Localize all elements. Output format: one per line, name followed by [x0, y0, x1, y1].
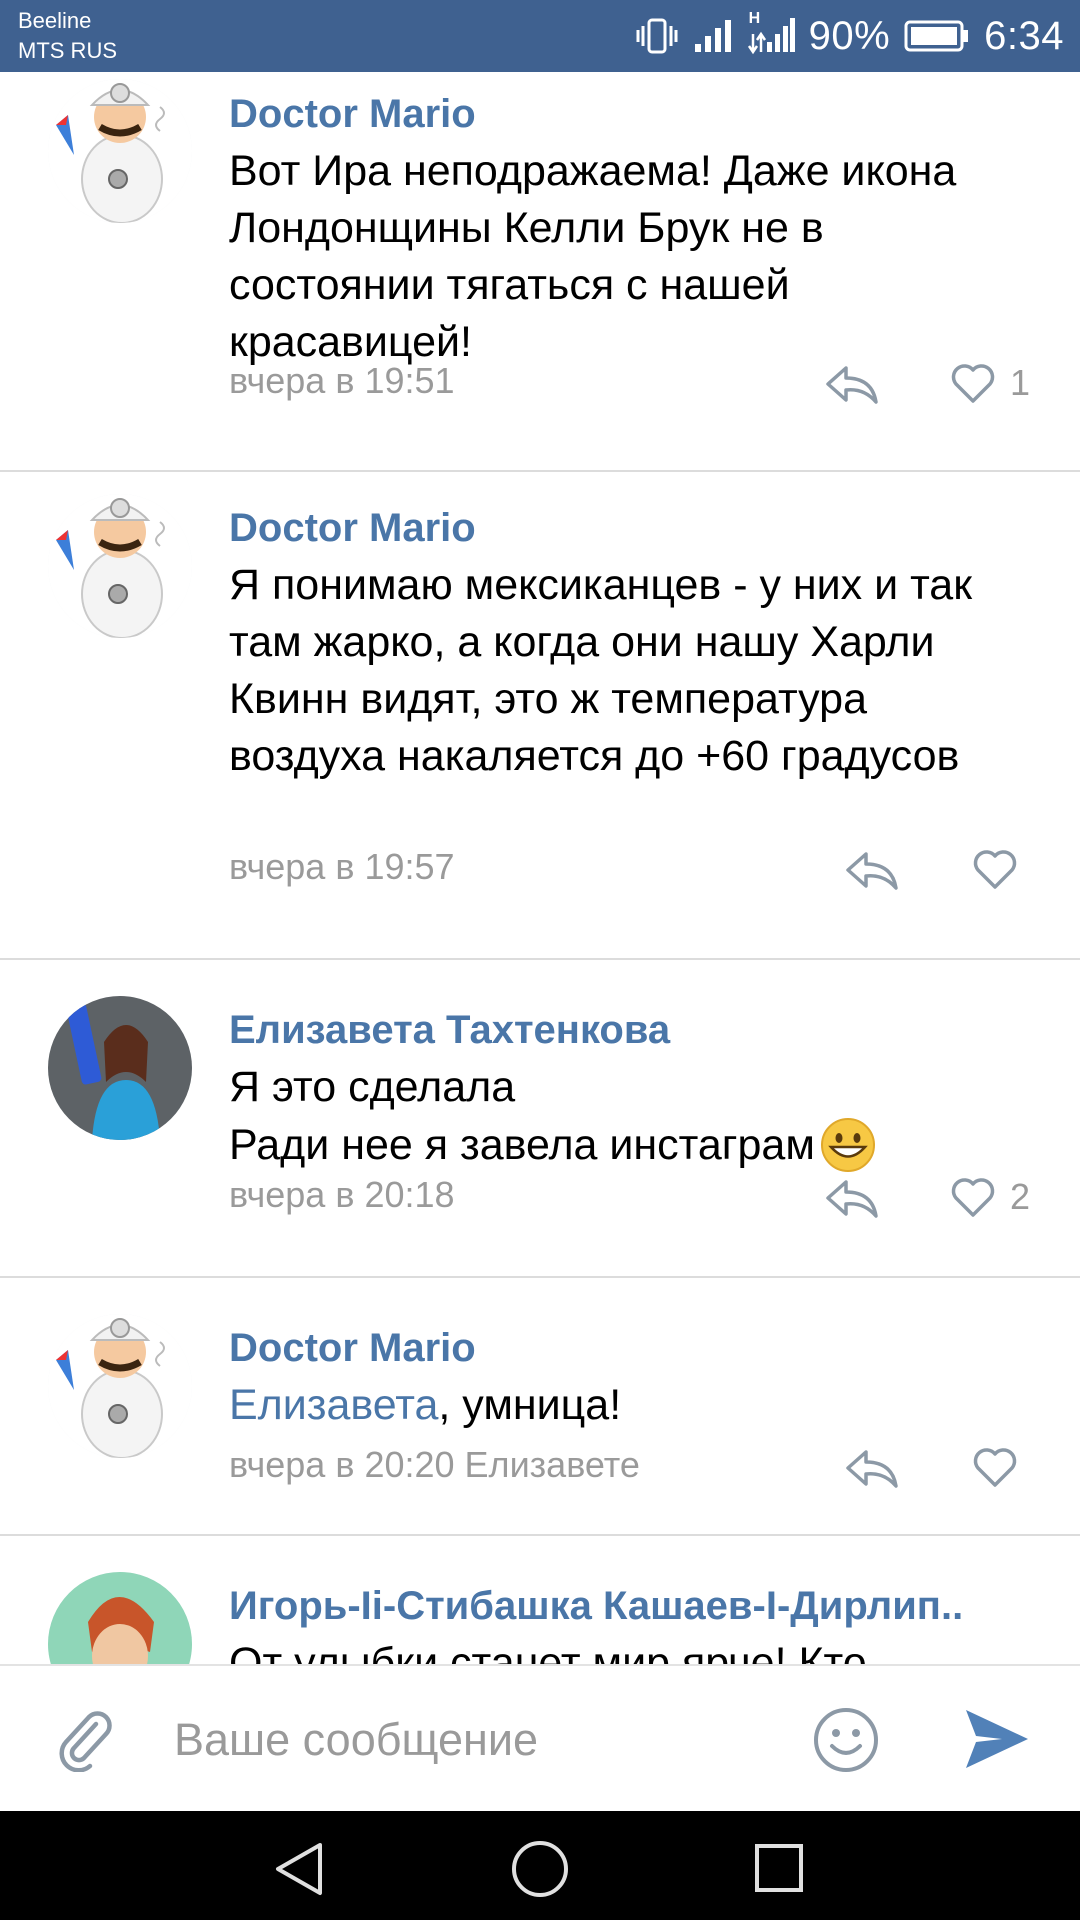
comment-author[interactable]: Игорь-Ii-Стибашка Кашаев-I-Дирлип..	[229, 1584, 963, 1629]
comment-item: Doctor Mario Елизавета, умница! вчера в …	[0, 1278, 1080, 1536]
comment-text: Я это сделала Ради нее я завела инстагра…	[229, 1059, 1029, 1174]
comment-text: От улыбки станет мир ярче! Кто	[229, 1639, 867, 1664]
like-button[interactable]	[972, 1444, 1032, 1490]
heart-icon	[973, 1448, 1017, 1487]
reply-icon[interactable]	[824, 362, 880, 406]
paperclip-icon[interactable]	[52, 1706, 118, 1773]
heart-icon	[951, 1178, 995, 1217]
vibrate-icon	[635, 16, 679, 56]
message-composer	[0, 1664, 1080, 1811]
cartoon-avatar[interactable]	[48, 1572, 192, 1664]
clock: 6:34	[984, 13, 1064, 58]
reply-icon[interactable]	[824, 1176, 880, 1220]
user-photo-avatar[interactable]	[48, 996, 192, 1140]
status-icons: H 90% 6:34	[635, 0, 1064, 72]
comment-author[interactable]: Doctor Mario	[229, 506, 476, 551]
comment-text: Вот Ира неподражаема! Даже икона Лондонщ…	[229, 147, 957, 366]
system-nav-bar	[0, 1811, 1080, 1920]
doctor-mario-avatar[interactable]	[48, 1314, 192, 1458]
like-count: 2	[1010, 1176, 1031, 1217]
signal-h-icon: H	[747, 10, 795, 56]
comment-time: вчера в 19:51	[229, 360, 455, 401]
network-type: H	[748, 10, 761, 27]
home-icon[interactable]	[510, 1839, 570, 1904]
back-icon[interactable]	[272, 1841, 326, 1902]
mention-link[interactable]: Елизавета	[229, 1381, 438, 1429]
comment-time: вчера в 19:57	[229, 846, 455, 887]
signal-icon	[693, 18, 733, 54]
doctor-mario-avatar[interactable]	[48, 494, 192, 638]
comment-text-line: Ради нее я завела инстаграм	[229, 1116, 1029, 1174]
comment-item: Игорь-Ii-Стибашка Кашаев-I-Дирлип.. От у…	[0, 1536, 1080, 1664]
comment-item: Doctor Mario Вот Ира неподражаема! Даже …	[0, 72, 1080, 472]
recent-apps-icon[interactable]	[754, 1843, 804, 1898]
send-icon[interactable]	[962, 1706, 1032, 1772]
comment-item: Doctor Mario Я понимаю мексиканцев - у н…	[0, 474, 1080, 960]
status-bar: Beeline MTS RUS H 90% 6:34	[0, 0, 1080, 72]
reply-icon[interactable]	[844, 1446, 900, 1490]
carrier-2: MTS RUS	[18, 38, 117, 63]
doctor-mario-avatar[interactable]	[48, 79, 192, 223]
grinning-face-emoji	[820, 1118, 875, 1172]
comment-author[interactable]: Doctor Mario	[229, 1326, 476, 1371]
comment-time: вчера в 20:18	[229, 1174, 455, 1215]
like-button[interactable]: 1	[950, 360, 1030, 406]
comment-time: вчера в 20:20 Елизавете	[229, 1444, 640, 1485]
battery-percent: 90%	[808, 13, 891, 58]
reply-icon[interactable]	[844, 848, 900, 892]
comment-author[interactable]: Doctor Mario	[229, 92, 476, 137]
message-input[interactable]	[172, 1702, 772, 1778]
comment-item: Елизавета Тахтенкова Я это сделала Ради …	[0, 960, 1080, 1278]
battery-icon	[904, 19, 970, 53]
comment-text: Елизавета, умница!	[229, 1381, 622, 1429]
like-button[interactable]	[972, 846, 1032, 892]
smiley-icon[interactable]	[812, 1706, 880, 1774]
carriers: Beeline MTS RUS	[18, 6, 117, 66]
heart-icon	[973, 850, 1017, 889]
like-button[interactable]: 2	[950, 1174, 1030, 1220]
comments-list[interactable]: Doctor Mario Вот Ира неподражаема! Даже …	[0, 72, 1080, 1664]
heart-icon	[951, 364, 995, 403]
like-count: 1	[1010, 362, 1031, 403]
carrier-1: Beeline	[18, 8, 92, 33]
comment-text: Я понимаю мексиканцев - у них и так там …	[229, 561, 973, 780]
comment-text-line: Я это сделала	[229, 1063, 516, 1111]
comment-author[interactable]: Елизавета Тахтенкова	[229, 1008, 670, 1053]
